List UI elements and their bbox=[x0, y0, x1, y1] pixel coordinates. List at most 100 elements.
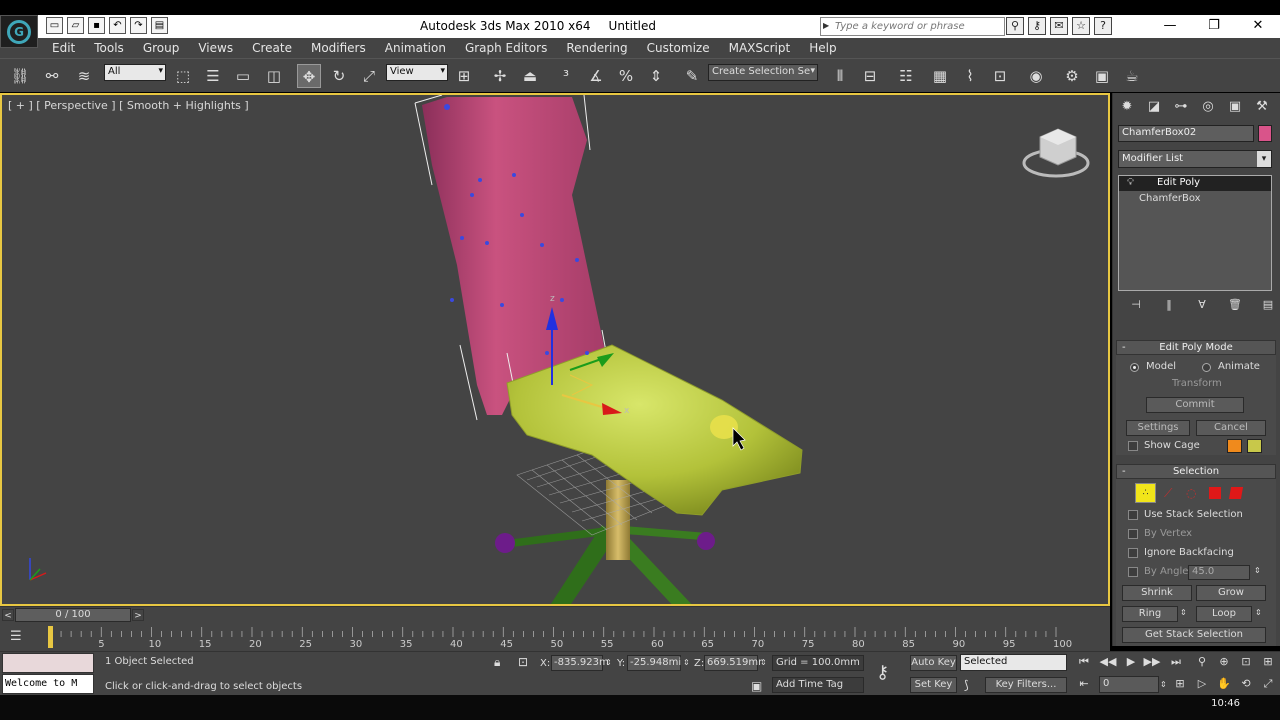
modifier-list-dropdown[interactable]: Modifier List bbox=[1118, 150, 1272, 168]
time-slider-prev-icon[interactable]: < bbox=[2, 609, 14, 621]
save-file-icon[interactable]: ▪ bbox=[88, 17, 105, 34]
render-setup-icon[interactable]: ⚙ bbox=[1060, 64, 1084, 88]
object-color-swatch[interactable] bbox=[1258, 125, 1272, 142]
viewport-label[interactable]: [ + ] [ Perspective ] [ Smooth + Highlig… bbox=[8, 99, 249, 112]
time-slider-next-icon[interactable]: > bbox=[132, 609, 144, 621]
commit-button[interactable]: Commit bbox=[1146, 397, 1244, 413]
hierarchy-tab-icon[interactable]: ⊶ bbox=[1171, 97, 1191, 117]
select-and-scale-icon[interactable]: ⤢ bbox=[357, 64, 381, 88]
edge-mode-icon[interactable]: ⟋ bbox=[1164, 486, 1172, 501]
material-editor-icon[interactable]: ◉ bbox=[1024, 64, 1048, 88]
auto-key-button[interactable]: Auto Key bbox=[910, 655, 957, 671]
communication-icon[interactable]: ✉ bbox=[1050, 17, 1068, 35]
previous-frame-icon[interactable]: ◀◀ bbox=[1098, 655, 1118, 671]
percent-snap-icon[interactable]: % bbox=[614, 64, 638, 88]
configure-modifier-sets-icon[interactable]: ▤ bbox=[1257, 298, 1279, 314]
angle-snap-icon[interactable]: ∡ bbox=[584, 64, 608, 88]
edit-named-selection-icon[interactable]: ✎ bbox=[680, 64, 704, 88]
menu-modifiers[interactable]: Modifiers bbox=[311, 38, 366, 58]
utilities-tab-icon[interactable]: ⚒ bbox=[1252, 97, 1272, 117]
zoom-extents-icon[interactable]: ⊡ bbox=[1236, 655, 1256, 671]
layer-manager-icon[interactable]: ☷ bbox=[894, 64, 918, 88]
cage-selected-color-swatch[interactable] bbox=[1247, 439, 1262, 453]
edit-poly-mode-header[interactable]: Edit Poly Mode bbox=[1116, 340, 1276, 355]
key-mode-toggle-icon[interactable]: ⇤ bbox=[1074, 677, 1094, 693]
y-spinner-icon[interactable]: ⇕ bbox=[683, 658, 690, 667]
binoculars-icon[interactable]: ⚲ bbox=[1006, 17, 1024, 35]
menu-views[interactable]: Views bbox=[198, 38, 233, 58]
perspective-viewport[interactable]: z x [ + ] [ Perspective ] [ Smooth + Hig… bbox=[0, 93, 1110, 606]
ring-button[interactable]: Ring bbox=[1122, 606, 1178, 622]
select-manipulate-icon[interactable]: ✢ bbox=[488, 64, 512, 88]
help-icon[interactable]: ? bbox=[1094, 17, 1112, 35]
border-mode-icon[interactable]: ◌ bbox=[1186, 486, 1196, 500]
loop-button[interactable]: Loop bbox=[1196, 606, 1252, 622]
menu-create[interactable]: Create bbox=[252, 38, 292, 58]
current-frame-input[interactable]: 0 bbox=[1099, 676, 1159, 693]
spinner-snap-icon[interactable]: ⇕ bbox=[644, 64, 668, 88]
zoom-icon[interactable]: ⚲ bbox=[1192, 655, 1212, 671]
viewcube-icon[interactable] bbox=[1022, 128, 1090, 178]
key-filters-button[interactable]: Key Filters... bbox=[985, 677, 1067, 693]
pivot-center-icon[interactable]: ⊞ bbox=[452, 64, 476, 88]
y-coordinate-input[interactable]: -25.948mi bbox=[627, 655, 681, 671]
select-by-name-icon[interactable]: ☰ bbox=[201, 64, 225, 88]
close-button[interactable]: ✕ bbox=[1236, 15, 1280, 37]
render-production-icon[interactable]: ☕ bbox=[1120, 64, 1144, 88]
object-name-field[interactable]: ChamferBox02 bbox=[1118, 125, 1254, 142]
stack-item-edit-poly[interactable]: 💡︎ Edit Poly bbox=[1119, 176, 1271, 191]
x-coordinate-input[interactable]: -835.923m bbox=[551, 655, 609, 671]
go-to-start-icon[interactable]: ⏮ bbox=[1074, 655, 1094, 671]
x-spinner-icon[interactable]: ⇕ bbox=[605, 658, 612, 667]
key-icon[interactable]: ⚷ bbox=[1028, 17, 1046, 35]
set-keys-key-icon[interactable]: ⚷ bbox=[876, 662, 889, 683]
maximize-viewport-icon[interactable]: ⤢ bbox=[1258, 677, 1278, 693]
menu-edit[interactable]: Edit bbox=[52, 38, 75, 58]
undo-icon[interactable]: ↶ bbox=[109, 17, 126, 34]
selection-lock-icon[interactable]: 🔒︎ bbox=[494, 655, 500, 670]
polygon-mode-icon[interactable] bbox=[1209, 487, 1221, 499]
selection-header[interactable]: Selection bbox=[1116, 464, 1276, 479]
select-and-link-icon[interactable]: ⛓ bbox=[8, 64, 32, 88]
use-stack-selection-checkbox[interactable] bbox=[1128, 510, 1138, 520]
reference-coord-dropdown[interactable]: View bbox=[386, 64, 448, 81]
next-frame-icon[interactable]: ▶▶ bbox=[1142, 655, 1162, 671]
orbit-icon[interactable]: ⟲ bbox=[1236, 677, 1256, 693]
menu-rendering[interactable]: Rendering bbox=[566, 38, 627, 58]
open-file-icon[interactable]: ▱ bbox=[67, 17, 84, 34]
create-tab-icon[interactable]: ✹ bbox=[1117, 97, 1137, 117]
ignore-backfacing-checkbox[interactable] bbox=[1128, 548, 1138, 558]
keyboard-shortcut-override-icon[interactable]: ⏏ bbox=[518, 64, 542, 88]
field-of-view-icon[interactable]: ▷ bbox=[1192, 677, 1212, 693]
time-configuration-icon[interactable]: ⊞ bbox=[1170, 677, 1190, 693]
pin-stack-icon[interactable]: ⊣ bbox=[1125, 298, 1147, 314]
menu-maxscript[interactable]: MAXScript bbox=[729, 38, 791, 58]
menu-group[interactable]: Group bbox=[143, 38, 180, 58]
by-angle-checkbox[interactable] bbox=[1128, 567, 1138, 577]
settings-button[interactable]: Settings bbox=[1126, 420, 1190, 436]
maxscript-mini-listener-top[interactable] bbox=[2, 653, 94, 673]
absolute-mode-icon[interactable]: ⊡ bbox=[518, 655, 528, 669]
time-slider-thumb[interactable]: 0 / 100 bbox=[15, 608, 131, 622]
display-tab-icon[interactable]: ▣ bbox=[1225, 97, 1245, 117]
time-tag-icon[interactable]: ▣ bbox=[751, 679, 762, 693]
modify-tab-icon[interactable]: ◪ bbox=[1144, 97, 1164, 117]
unlink-selection-icon[interactable]: ⚯ bbox=[40, 64, 64, 88]
angle-spinner-icon[interactable]: ⇕ bbox=[1254, 566, 1261, 575]
snaps-toggle-icon[interactable]: ³ bbox=[554, 64, 578, 88]
schematic-view-icon[interactable]: ⊡ bbox=[988, 64, 1012, 88]
mirror-icon[interactable]: ⫴ bbox=[828, 64, 852, 88]
motion-tab-icon[interactable]: ◎ bbox=[1198, 97, 1218, 117]
track-bar[interactable]: ☰ 5 10 15 20 25 30 35 40 45 50 55 60 65 70 75 80 85 90 95 1… bbox=[0, 623, 1110, 651]
menu-help[interactable]: Help bbox=[809, 38, 836, 58]
z-coordinate-input[interactable]: 669.519mr bbox=[704, 655, 762, 671]
animate-radio[interactable] bbox=[1202, 363, 1211, 372]
by-vertex-checkbox[interactable] bbox=[1128, 529, 1138, 539]
show-end-result-icon[interactable]: ‖ bbox=[1158, 298, 1180, 314]
align-icon[interactable]: ⊟ bbox=[858, 64, 882, 88]
default-in-out-tangents-icon[interactable]: ⟆ bbox=[964, 678, 969, 692]
select-object-icon[interactable]: ⬚ bbox=[171, 64, 195, 88]
rendered-frame-window-icon[interactable]: ▣ bbox=[1090, 64, 1114, 88]
new-file-icon[interactable]: ▭ bbox=[46, 17, 63, 34]
frame-spinner-icon[interactable]: ⇕ bbox=[1160, 680, 1167, 689]
